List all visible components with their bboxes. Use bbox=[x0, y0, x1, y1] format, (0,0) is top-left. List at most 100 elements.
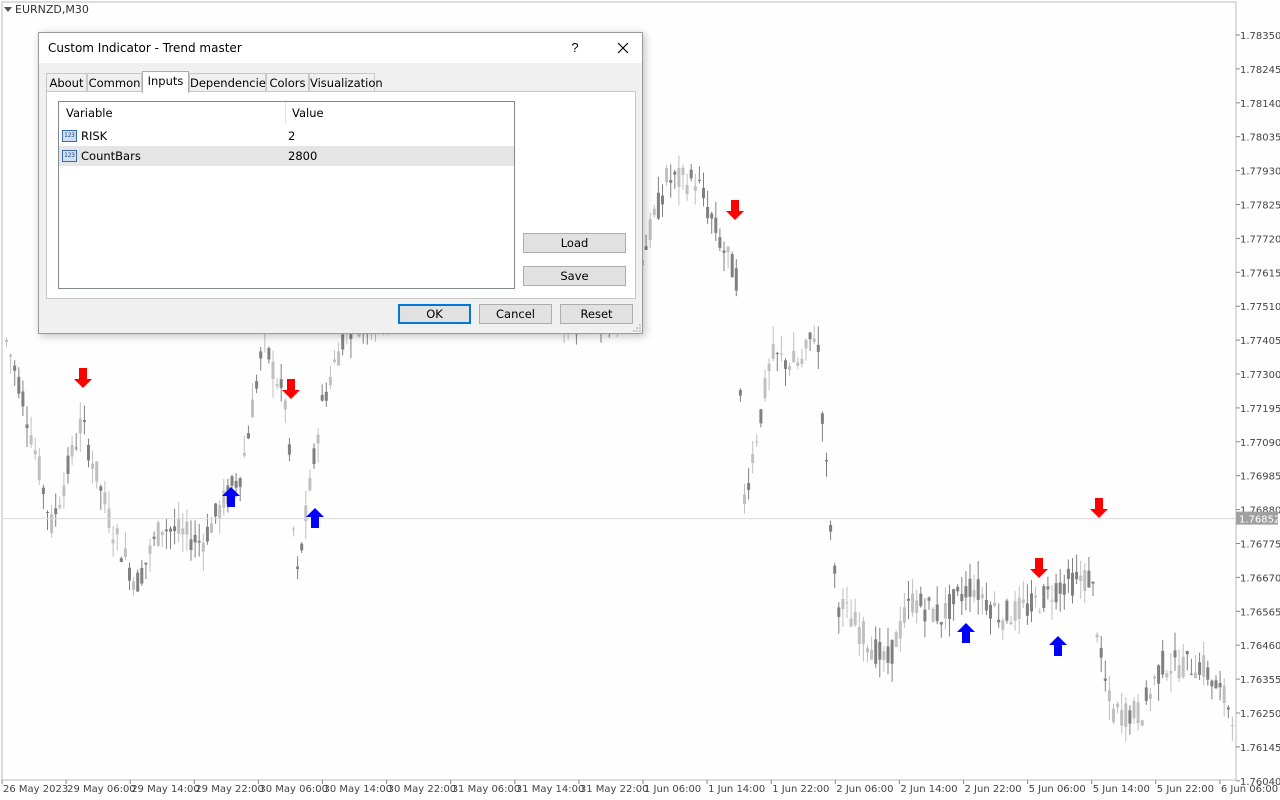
time-tick-label: 2 Jun 14:00 bbox=[900, 784, 957, 795]
dialog-titlebar[interactable]: Custom Indicator - Trend master ? bbox=[39, 33, 642, 63]
price-tick-label: 1.77825 bbox=[1240, 201, 1280, 212]
time-tick-label: 5 Jun 06:00 bbox=[1029, 784, 1086, 795]
candle-body bbox=[837, 607, 841, 617]
tab-about[interactable]: About bbox=[46, 73, 87, 92]
candle-body bbox=[173, 526, 177, 532]
dropdown-triangle-icon[interactable] bbox=[4, 7, 12, 12]
candle-body bbox=[1144, 687, 1148, 701]
candle-body bbox=[324, 391, 328, 401]
price-tick-label: 1.78350 bbox=[1240, 31, 1280, 42]
candle-body bbox=[1062, 583, 1066, 595]
candle-body bbox=[50, 514, 54, 533]
reset-button[interactable]: Reset bbox=[560, 304, 633, 324]
candle-body bbox=[1198, 662, 1202, 675]
candle-body bbox=[21, 391, 25, 407]
candle-body bbox=[796, 362, 800, 366]
candle-body bbox=[1042, 586, 1046, 608]
chart-symbol-text: EURNZD,M30 bbox=[15, 3, 89, 16]
candle-body bbox=[287, 444, 291, 455]
help-button[interactable]: ? bbox=[561, 33, 589, 63]
candle-body bbox=[234, 480, 238, 488]
candle-body bbox=[210, 523, 213, 533]
sell-arrow-icon bbox=[726, 200, 744, 220]
candle-body bbox=[734, 268, 738, 291]
input-row-countbars[interactable]: 123 CountBars 2800 bbox=[59, 146, 514, 166]
candle-body bbox=[87, 444, 90, 461]
time-tick-label: 29 May 14:00 bbox=[131, 784, 200, 795]
candle-body bbox=[886, 646, 890, 663]
price-tick-label: 1.76250 bbox=[1240, 709, 1280, 720]
candle-body bbox=[919, 593, 923, 607]
candle-body bbox=[1087, 570, 1091, 588]
candle-body bbox=[882, 651, 886, 661]
candle-body bbox=[54, 508, 58, 515]
resize-grip-icon[interactable] bbox=[633, 324, 641, 332]
candle-body bbox=[673, 171, 677, 175]
save-button[interactable]: Save bbox=[523, 266, 626, 286]
candle-body bbox=[898, 621, 902, 639]
candle-body bbox=[296, 566, 300, 569]
time-tick-label: 2 Jun 06:00 bbox=[836, 784, 893, 795]
candle-body bbox=[1218, 682, 1222, 688]
time-tick-label: 31 May 22:00 bbox=[580, 784, 649, 795]
candle-body bbox=[62, 485, 66, 497]
variable-value[interactable]: 2800 bbox=[288, 146, 317, 166]
candle-body bbox=[1066, 568, 1070, 579]
candle-body bbox=[1103, 678, 1107, 681]
price-tick-label: 1.76775 bbox=[1240, 540, 1280, 551]
ok-button[interactable]: OK bbox=[398, 304, 471, 324]
candle-body bbox=[308, 478, 312, 491]
candle-body bbox=[870, 649, 874, 660]
candle-body bbox=[246, 433, 250, 439]
buy-arrow-icon bbox=[306, 508, 324, 528]
tab-dependencies[interactable]: Dependencies bbox=[189, 73, 272, 92]
candle-body bbox=[779, 353, 783, 355]
candle-body bbox=[17, 376, 21, 394]
variable-value[interactable]: 2 bbox=[288, 126, 295, 146]
candle-body bbox=[140, 567, 144, 584]
candle-body bbox=[845, 602, 849, 604]
candle-body bbox=[1189, 673, 1193, 675]
candle-body bbox=[648, 219, 652, 241]
candle-body bbox=[144, 562, 148, 565]
candle-body bbox=[943, 603, 947, 619]
time-tick-label: 1 Jun 22:00 bbox=[772, 784, 829, 795]
tab-colors[interactable]: Colors bbox=[266, 73, 309, 92]
tab-common[interactable]: Common bbox=[87, 73, 142, 92]
candle-body bbox=[1079, 575, 1083, 582]
candle-body bbox=[669, 179, 673, 183]
tab-visualization[interactable]: Visualization bbox=[309, 73, 383, 92]
candle-body bbox=[960, 593, 964, 602]
candle-body bbox=[25, 424, 29, 429]
variable-name: CountBars bbox=[81, 149, 141, 163]
candle-body bbox=[927, 597, 931, 601]
candle-body bbox=[853, 611, 857, 626]
current-price-label: 1.76852 bbox=[1239, 515, 1280, 526]
candle-body bbox=[1222, 685, 1226, 704]
load-button[interactable]: Load bbox=[523, 233, 626, 253]
numeric-variable-icon: 123 bbox=[62, 130, 77, 142]
candle-body bbox=[128, 567, 131, 581]
candle-body bbox=[103, 492, 107, 505]
column-header-value[interactable]: Value bbox=[285, 102, 514, 124]
inputs-grid[interactable]: Variable Value 123 RISK 2 123 CountBars … bbox=[58, 101, 515, 289]
candle-body bbox=[1005, 600, 1009, 621]
price-tick-label: 1.78245 bbox=[1240, 65, 1280, 76]
candle-body bbox=[78, 418, 82, 434]
candle-body bbox=[833, 565, 837, 574]
candle-body bbox=[197, 540, 201, 543]
candle-body bbox=[931, 608, 935, 622]
input-row-risk[interactable]: 123 RISK 2 bbox=[59, 126, 514, 146]
cancel-button[interactable]: Cancel bbox=[479, 304, 552, 324]
tab-inputs[interactable]: Inputs bbox=[142, 71, 189, 93]
candle-body bbox=[1021, 599, 1025, 604]
column-header-variable[interactable]: Variable bbox=[59, 102, 285, 124]
price-tick-label: 1.77510 bbox=[1240, 302, 1280, 313]
candle-body bbox=[1181, 656, 1185, 677]
close-button[interactable] bbox=[604, 33, 642, 63]
candle-body bbox=[1185, 650, 1189, 655]
candle-body bbox=[132, 581, 136, 590]
candle-body bbox=[874, 639, 878, 664]
candle-body bbox=[693, 186, 697, 191]
price-tick-label: 1.78140 bbox=[1240, 99, 1280, 110]
